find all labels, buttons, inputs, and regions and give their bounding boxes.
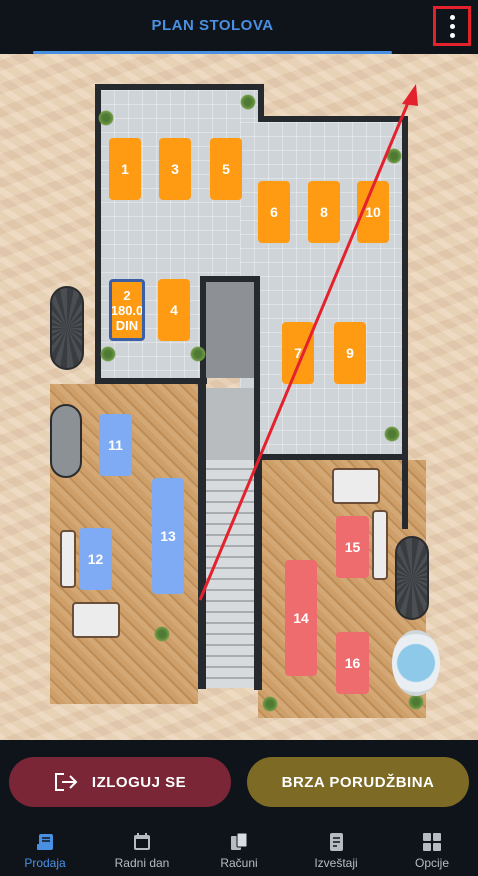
floor-plan: 1 2 180.0 DIN 3 4 5 6 7 8 9 10 11 12 13 … [0, 54, 478, 740]
table-14[interactable]: 14 [285, 560, 317, 676]
table-11[interactable]: 11 [99, 414, 132, 476]
table-9[interactable]: 9 [334, 322, 366, 384]
plant-icon [240, 94, 256, 110]
logout-icon [54, 773, 78, 791]
umbrella-icon [50, 404, 82, 478]
stairs [206, 460, 254, 688]
hall-right [240, 122, 402, 454]
plant-icon [262, 696, 278, 712]
table-2[interactable]: 2 180.0 DIN [109, 279, 145, 341]
table-16[interactable]: 16 [336, 632, 369, 694]
sofa [60, 530, 76, 588]
table-6[interactable]: 6 [258, 181, 290, 243]
calendar-icon [134, 833, 150, 850]
corridor [206, 388, 254, 460]
table-8[interactable]: 8 [308, 181, 340, 243]
table-10[interactable]: 10 [357, 181, 389, 243]
umbrella-icon [50, 286, 84, 370]
plant-icon [98, 110, 114, 126]
nav-item-prodaja[interactable]: Prodaja [0, 828, 93, 870]
more-vert-icon[interactable] [433, 6, 471, 46]
sofa [332, 468, 380, 504]
table-1[interactable]: 1 [109, 138, 141, 200]
plant-icon [100, 346, 116, 362]
receipt-icon [37, 834, 53, 850]
plant-icon [154, 626, 170, 642]
table-12[interactable]: 12 [79, 528, 112, 590]
documents-icon [231, 832, 248, 850]
quick-order-button[interactable]: BRZA PORUDŽBINA [247, 757, 469, 807]
table-15[interactable]: 15 [336, 516, 369, 578]
umbrella-icon [395, 536, 429, 620]
table-7[interactable]: 7 [282, 322, 314, 384]
elevator-shaft [206, 282, 256, 378]
top-app-bar: PLAN STOLOVA [0, 0, 478, 54]
jacuzzi [392, 630, 440, 696]
plant-icon [384, 426, 400, 442]
nav-item-opcije[interactable]: Opcije [384, 828, 478, 870]
plant-icon [408, 694, 424, 710]
grid-icon [423, 833, 441, 851]
table-3[interactable]: 3 [159, 138, 191, 200]
sofa [72, 602, 120, 638]
table-4[interactable]: 4 [158, 279, 190, 341]
nav-item-radni-dan[interactable]: Radni dan [94, 828, 190, 870]
bottom-navigation: Prodaja Radni dan Računi Izveštaji Opcij… [0, 828, 478, 876]
plant-icon [190, 346, 206, 362]
nav-item-racuni[interactable]: Računi [191, 828, 287, 870]
sofa [372, 510, 388, 580]
page-title: PLAN STOLOVA [151, 17, 274, 34]
table-5[interactable]: 5 [210, 138, 242, 200]
report-icon [330, 833, 343, 851]
plant-icon [386, 148, 402, 164]
table-13[interactable]: 13 [152, 478, 184, 594]
nav-item-izvestaji[interactable]: Izveštaji [288, 828, 384, 870]
logout-button[interactable]: IZLOGUJ SE [9, 757, 231, 807]
